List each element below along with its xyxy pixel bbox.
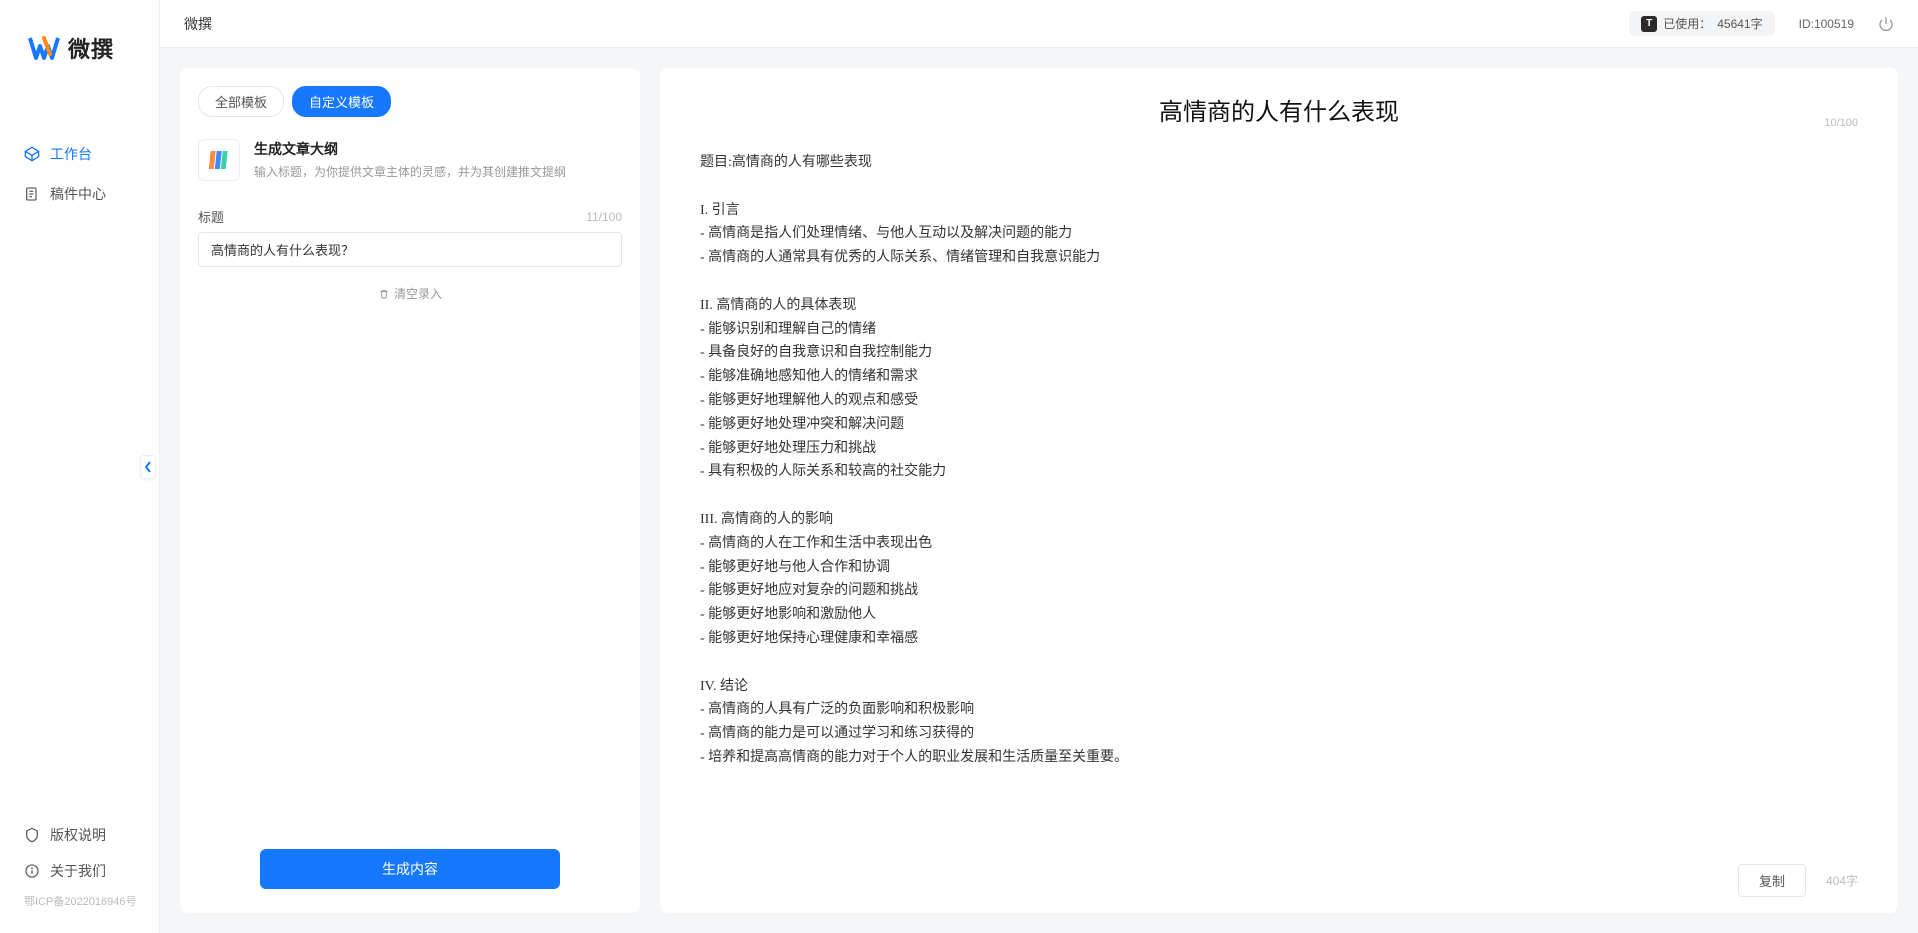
- output-panel: 高情商的人有什么表现 10/100 题目:高情商的人有哪些表现 I. 引言 - …: [660, 68, 1898, 913]
- nav-label: 版权说明: [50, 825, 106, 845]
- text-icon: T: [1641, 16, 1657, 32]
- usage-badge[interactable]: T 已使用： 45641字: [1629, 11, 1774, 36]
- document-title-counter: 10/100: [1824, 117, 1858, 129]
- shield-icon: [24, 827, 40, 843]
- cube-icon: [24, 146, 40, 162]
- nav-about[interactable]: 关于我们: [0, 853, 159, 889]
- info-icon: [24, 863, 40, 879]
- word-count: 404字: [1826, 872, 1858, 889]
- title-input[interactable]: [198, 232, 622, 267]
- doc-icon: [24, 186, 40, 202]
- tab-custom-templates[interactable]: 自定义模板: [292, 86, 391, 117]
- topbar: 微撰 T 已使用： 45641字 ID:100519: [160, 0, 1918, 48]
- power-icon[interactable]: [1878, 16, 1894, 32]
- nav-drafts[interactable]: 稿件中心: [0, 174, 159, 214]
- page-title: 微撰: [184, 14, 212, 34]
- title-field-label: 标题: [198, 207, 224, 226]
- title-field-block: 标题 11/100: [180, 199, 640, 267]
- collapse-sidebar-button[interactable]: [140, 455, 156, 479]
- nav-copyright[interactable]: 版权说明: [0, 817, 159, 853]
- document-title[interactable]: 高情商的人有什么表现: [700, 92, 1858, 127]
- main-nav: 工作台 稿件中心: [0, 84, 159, 817]
- clear-input-button[interactable]: 清空录入: [180, 267, 640, 320]
- logo-mark-icon: [28, 32, 60, 64]
- icp-text: 鄂ICP备2022016946号: [0, 889, 159, 917]
- logo[interactable]: 微撰: [0, 0, 159, 84]
- nav-label: 工作台: [50, 144, 92, 164]
- title-field-counter: 11/100: [586, 210, 622, 224]
- usage-value: 45641字: [1717, 15, 1762, 32]
- document-footer: 复制 404字: [660, 854, 1898, 897]
- template-title: 生成文章大纲: [254, 139, 622, 159]
- copy-button[interactable]: 复制: [1738, 864, 1806, 897]
- clear-label: 清空录入: [394, 285, 442, 302]
- sidebar: 微撰 工作台 稿件中心 版权说明: [0, 0, 160, 933]
- usage-prefix: 已使用：: [1663, 15, 1711, 32]
- template-thumb-icon: [198, 139, 240, 181]
- trash-icon: [378, 288, 390, 300]
- nav-label: 关于我们: [50, 861, 106, 881]
- logo-text: 微撰: [68, 32, 114, 64]
- nav-label: 稿件中心: [50, 184, 106, 204]
- tab-all-templates[interactable]: 全部模板: [198, 86, 284, 117]
- template-description: 输入标题，为你提供文章主体的灵感，并为其创建推文提纲: [254, 163, 622, 180]
- generate-button[interactable]: 生成内容: [260, 849, 560, 889]
- input-panel: 全部模板 自定义模板 生成文章大纲 输入标题，为你提供文章主体的灵感，并为其创建…: [180, 68, 640, 913]
- nav-workbench[interactable]: 工作台: [0, 134, 159, 174]
- template-tabs: 全部模板 自定义模板: [180, 86, 640, 133]
- template-card: 生成文章大纲 输入标题，为你提供文章主体的灵感，并为其创建推文提纲: [180, 133, 640, 199]
- document-body[interactable]: 题目:高情商的人有哪些表现 I. 引言 - 高情商是指人们处理情绪、与他人互动以…: [660, 137, 1898, 854]
- sidebar-bottom: 版权说明 关于我们 鄂ICP备2022016946号: [0, 817, 159, 933]
- user-id: ID:100519: [1799, 17, 1854, 31]
